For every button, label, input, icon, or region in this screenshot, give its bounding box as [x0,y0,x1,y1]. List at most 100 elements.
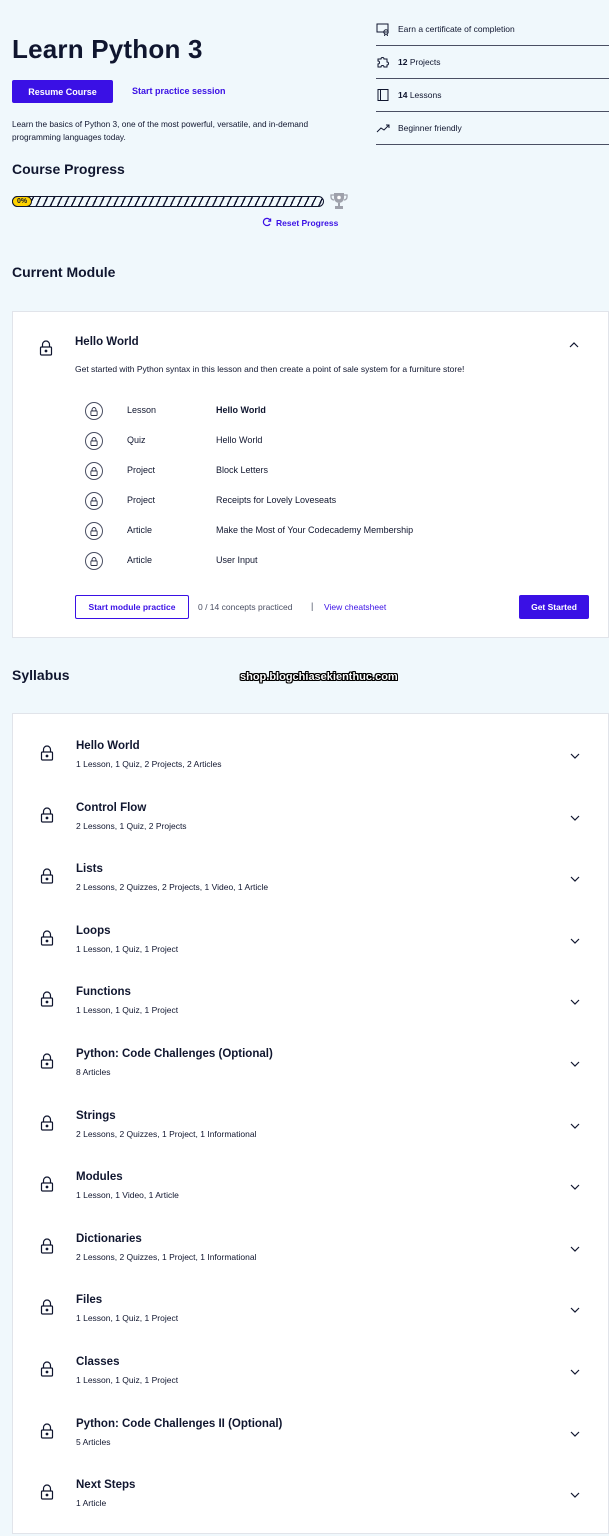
info-certificate: Earn a certificate of completion [376,13,609,46]
start-module-practice-button[interactable]: Start module practice [75,595,189,619]
syllabus-item[interactable]: Python: Code Challenges (Optional) 8 Art… [13,1022,609,1084]
syllabus-item-title: Dictionaries [76,1232,142,1245]
syllabus-item-subtitle: 1 Lesson, 1 Quiz, 1 Project [76,1005,179,1016]
lock-icon [85,462,103,480]
module-item-name[interactable]: Hello World [216,405,266,415]
reset-progress-button[interactable]: Reset Progress [262,217,338,229]
chevron-down-icon[interactable] [569,1243,581,1255]
syllabus-item-subtitle: 1 Lesson, 1 Quiz, 1 Project [76,943,179,954]
syllabus-item-title: Lists [76,863,103,876]
syllabus-item[interactable]: Hello World 1 Lesson, 1 Quiz, 2 Projects… [13,714,609,776]
info-lessons: 14 Lessons [376,79,609,112]
syllabus-item-subtitle: 1 Lesson, 1 Quiz, 1 Project [76,1375,179,1385]
info-projects: 12 Projects [376,46,609,79]
syllabus-title: Syllabus [12,667,70,683]
lock-icon [40,1361,54,1377]
syllabus-item[interactable]: Control Flow 2 Lessons, 1 Quiz, 2 Projec… [13,776,609,838]
lock-icon [85,402,103,420]
chevron-down-icon[interactable] [569,1058,581,1070]
module-item[interactable] [85,462,103,480]
lock-icon [40,1423,54,1439]
lock-icon [40,1053,54,1069]
syllabus-card: Hello World 1 Lesson, 1 Quiz, 2 Projects… [12,713,609,1534]
syllabus-item-subtitle: 2 Lessons, 2 Quizzes, 2 Projects, 1 Vide… [76,882,269,893]
chevron-down-icon[interactable] [569,812,581,824]
book-icon [376,88,390,102]
course-description: Learn the basics of Python 3, one of the… [12,119,309,142]
lock-icon [40,1176,54,1192]
chevron-down-icon[interactable] [569,1489,581,1501]
syllabus-item[interactable]: Python: Code Challenges II (Optional) 5 … [13,1392,609,1454]
lock-icon [40,745,54,761]
lock-icon [40,991,54,1007]
chevron-down-icon[interactable] [569,996,581,1008]
syllabus-item[interactable]: Modules 1 Lesson, 1 Video, 1 Article [13,1145,609,1207]
page-title: Learn Python 3 [12,34,203,64]
progress-bar [12,196,324,207]
start-practice-link[interactable]: Start practice session [132,86,226,96]
certificate-icon [376,22,390,36]
chevron-down-icon[interactable] [569,873,581,885]
reset-progress-label: Reset Progress [276,218,339,228]
module-item-name[interactable]: Make the Most of Your Codecademy Members… [216,525,413,535]
chevron-down-icon[interactable] [569,1304,581,1316]
lock-icon [40,807,54,823]
syllabus-item[interactable]: Strings 2 Lessons, 2 Quizzes, 1 Project,… [13,1084,609,1146]
module-item-name[interactable]: Block Letters [216,465,268,475]
syllabus-item-subtitle: 1 Lesson, 1 Quiz, 1 Project [76,1313,179,1324]
chevron-up-icon[interactable] [568,338,580,356]
chevron-down-icon[interactable] [569,935,581,947]
syllabus-item-title: Next Steps [76,1479,136,1492]
syllabus-item-subtitle: 8 Articles [76,1067,111,1077]
syllabus-item[interactable]: Functions 1 Lesson, 1 Quiz, 1 Project [13,960,609,1022]
info-level-text: Beginner friendly [398,123,462,133]
info-projects-text: Projects [407,57,441,67]
module-item[interactable] [85,402,103,420]
syllabus-item-title: Functions [76,986,131,999]
current-module-title: Current Module [12,264,116,280]
divider: | [311,601,314,611]
course-progress-title: Course Progress [12,161,125,177]
lock-icon [85,522,103,540]
syllabus-item-title: Loops [76,924,111,937]
syllabus-item-title: Files [76,1294,103,1307]
chevron-down-icon[interactable] [569,1181,581,1193]
lock-icon [85,432,103,450]
module-item[interactable] [85,522,103,540]
syllabus-item[interactable]: Files 1 Lesson, 1 Quiz, 1 Project [13,1268,609,1330]
lock-icon [40,868,54,884]
syllabus-item-title: Classes [76,1356,120,1368]
chevron-down-icon[interactable] [569,1428,581,1440]
module-item-name[interactable]: User Input [216,555,258,565]
lock-icon [40,1115,54,1131]
puzzle-icon [376,55,390,69]
syllabus-item-title: Python: Code Challenges II (Optional) [76,1417,283,1430]
module-item[interactable] [85,492,103,510]
syllabus-item-subtitle: 2 Lessons, 2 Quizzes, 1 Project, 1 Infor… [76,1251,257,1262]
chevron-down-icon[interactable] [569,750,581,762]
syllabus-item-subtitle: 2 Lessons, 1 Quiz, 2 Projects [76,820,187,831]
get-started-button[interactable]: Get Started [519,595,589,619]
syllabus-item[interactable]: Loops 1 Lesson, 1 Quiz, 1 Project [13,899,609,961]
module-item[interactable] [85,552,103,570]
trend-up-icon [376,121,390,135]
module-item-type: Article [127,555,153,565]
syllabus-item-title: Python: Code Challenges (Optional) [76,1048,273,1060]
lock-icon [39,340,53,361]
chevron-down-icon[interactable] [569,1366,581,1378]
resume-course-button[interactable]: Resume Course [12,80,113,103]
lock-icon [40,1484,54,1500]
module-item-type: Quiz [127,435,146,445]
module-item-name[interactable]: Hello World [216,435,262,445]
syllabus-item[interactable]: Next Steps 1 Article [13,1453,609,1515]
module-item[interactable] [85,432,103,450]
syllabus-item[interactable]: Classes 1 Lesson, 1 Quiz, 1 Project [13,1330,609,1392]
refresh-icon [262,217,272,229]
chevron-down-icon[interactable] [569,1120,581,1132]
view-cheatsheet-link[interactable]: View cheatsheet [324,602,386,612]
syllabus-item[interactable]: Dictionaries 2 Lessons, 2 Quizzes, 1 Pro… [13,1207,609,1269]
module-item-name[interactable]: Receipts for Lovely Loveseats [216,495,336,505]
syllabus-item[interactable]: Lists 2 Lessons, 2 Quizzes, 2 Projects, … [13,837,609,899]
syllabus-item-subtitle: 1 Lesson, 1 Quiz, 2 Projects, 2 Articles [76,759,222,769]
current-module-name[interactable]: Hello World [75,336,139,348]
